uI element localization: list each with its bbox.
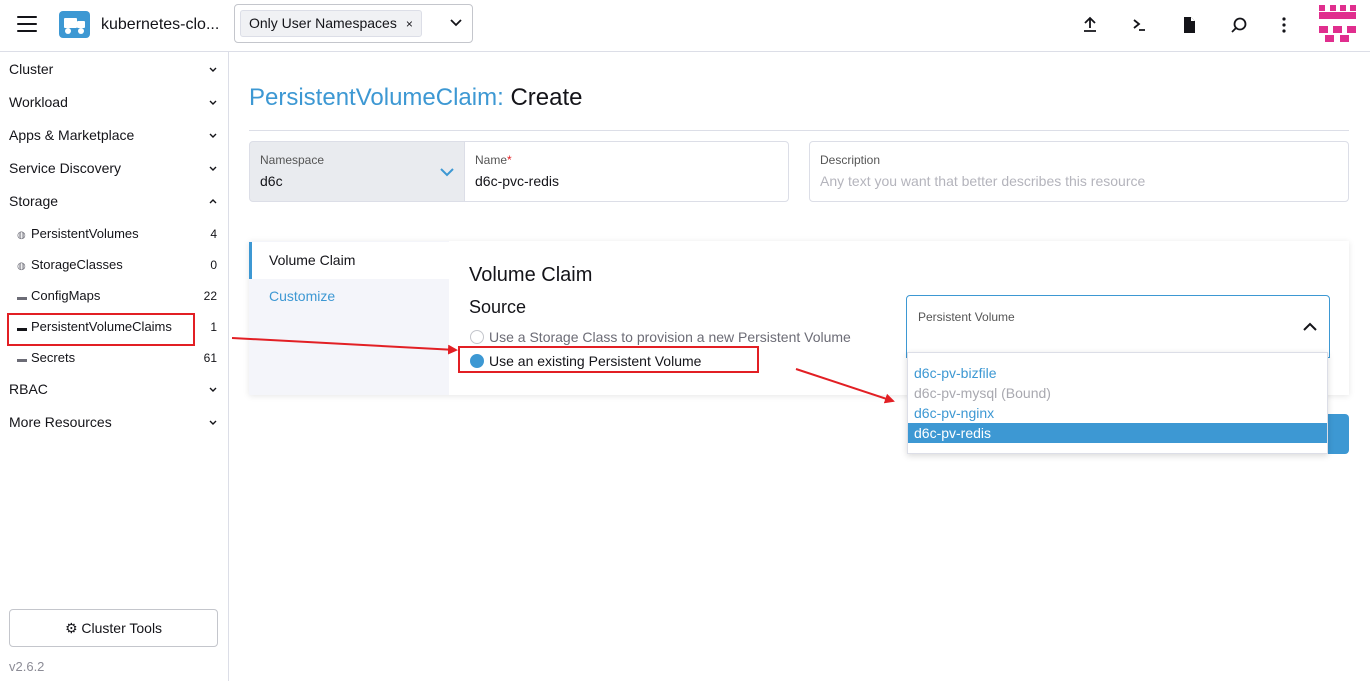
close-icon[interactable]: ×	[406, 17, 413, 31]
sidebar-item-configmaps[interactable]: ▬ ConfigMaps	[17, 288, 100, 303]
gear-icon: ⚙	[64, 620, 78, 636]
persistent-volume-label: Persistent Volume	[918, 310, 1015, 324]
divider	[249, 130, 1349, 131]
chevron-down-icon[interactable]	[208, 65, 218, 75]
name-label: Name*	[475, 153, 512, 167]
nav-group-storage[interactable]: Storage	[9, 193, 58, 209]
sidebar-item-secrets[interactable]: ▬ Secrets	[17, 350, 75, 365]
dropdown-option-selected[interactable]: d6c-pv-redis	[908, 423, 1327, 443]
chevron-down-icon[interactable]	[439, 164, 455, 180]
count-badge: 61	[203, 351, 217, 365]
brand-logo-icon[interactable]	[1319, 5, 1356, 43]
persistent-volume-dropdown: d6c-pv-bizfile d6c-pv-mysql (Bound) d6c-…	[907, 352, 1328, 454]
folder-icon: ▬	[17, 292, 27, 303]
dropdown-option[interactable]: d6c-pv-nginx	[908, 403, 1327, 423]
chevron-up-icon[interactable]	[1303, 320, 1317, 334]
radio-label: Use a Storage Class to provision a new P…	[489, 329, 851, 345]
nav-group-workload[interactable]: Workload	[9, 94, 68, 110]
sidebar: Cluster Workload Apps & Marketplace Serv…	[0, 52, 229, 681]
namespace-chip: Only User Namespaces ×	[240, 10, 422, 37]
sidebar-item-label: PersistentVolumeClaims	[31, 319, 172, 334]
nav-group-more-resources[interactable]: More Resources	[9, 414, 112, 430]
name-field[interactable]: Name* d6c-pvc-redis	[464, 141, 789, 202]
chevron-down-icon[interactable]	[208, 385, 218, 395]
top-header: kubernetes-clo... Only User Namespaces ×	[0, 0, 1370, 52]
nav-group-apps[interactable]: Apps & Marketplace	[9, 127, 134, 143]
count-badge: 1	[210, 320, 217, 334]
dropdown-option: d6c-pv-mysql (Bound)	[914, 385, 1051, 401]
chevron-down-icon[interactable]	[448, 14, 464, 30]
globe-icon: ◍	[17, 230, 26, 241]
sidebar-item-label: Secrets	[31, 350, 76, 365]
globe-icon: ◍	[17, 261, 26, 272]
namespace-chip-label: Only User Namespaces	[249, 15, 397, 31]
sidebar-item-persistentvolumes[interactable]: ◍ PersistentVolumes	[17, 226, 139, 241]
nav-group-cluster[interactable]: Cluster	[9, 61, 53, 77]
sidebar-item-persistentvolumeclaims[interactable]: ▬ PersistentVolumeClaims	[17, 319, 172, 334]
chevron-up-icon[interactable]	[208, 197, 218, 207]
count-badge: 4	[210, 227, 217, 241]
upload-icon[interactable]	[1079, 14, 1101, 36]
namespace-filter[interactable]: Only User Namespaces ×	[234, 4, 473, 43]
file-icon[interactable]	[1178, 14, 1200, 36]
terminal-icon[interactable]	[1128, 14, 1150, 36]
page-title: PersistentVolumeClaim: Create	[249, 84, 582, 112]
sidebar-item-label: PersistentVolumes	[31, 226, 139, 241]
page-title-resource[interactable]: PersistentVolumeClaim:	[249, 84, 504, 111]
chevron-down-icon[interactable]	[208, 98, 218, 108]
cluster-name[interactable]: kubernetes-clo...	[101, 16, 219, 34]
radio-new-pv[interactable]: Use a Storage Class to provision a new P…	[470, 329, 851, 345]
count-badge: 22	[203, 289, 217, 303]
chevron-down-icon[interactable]	[208, 418, 218, 428]
description-label: Description	[820, 153, 881, 167]
persistent-volume-select[interactable]: Persistent Volume	[906, 295, 1330, 358]
cluster-tools-label: Cluster Tools	[81, 620, 163, 636]
sidebar-item-storageclasses[interactable]: ◍ StorageClasses	[17, 257, 123, 272]
chevron-down-icon[interactable]	[208, 164, 218, 174]
version-label: v2.6.2	[9, 659, 45, 674]
count-badge: 0	[210, 258, 217, 272]
nav-group-service-discovery[interactable]: Service Discovery	[9, 160, 121, 176]
tab-list: Volume Claim Customize	[249, 241, 449, 395]
description-field[interactable]: Description Any text you want that bette…	[809, 141, 1349, 202]
more-vert-icon[interactable]	[1273, 14, 1295, 36]
section-title: Volume Claim	[469, 264, 593, 286]
name-value[interactable]: d6c-pvc-redis	[475, 173, 559, 189]
page-title-action: Create	[510, 84, 583, 111]
namespace-label: Namespace	[260, 153, 325, 167]
nav-group-rbac[interactable]: RBAC	[9, 381, 48, 397]
folder-icon: ▬	[17, 354, 27, 365]
cluster-icon	[59, 11, 90, 38]
menu-icon[interactable]	[17, 16, 37, 32]
search-icon[interactable]	[1228, 14, 1250, 36]
source-title: Source	[469, 297, 527, 317]
tab-volume-claim[interactable]: Volume Claim	[249, 242, 449, 279]
description-placeholder[interactable]: Any text you want that better describes …	[820, 173, 1145, 189]
sidebar-item-label: ConfigMaps	[31, 288, 101, 303]
cluster-tools-button[interactable]: ⚙ Cluster Tools	[9, 609, 218, 647]
tab-customize[interactable]: Customize	[249, 278, 449, 315]
namespace-value: d6c	[260, 173, 283, 189]
highlight-box	[458, 346, 759, 373]
radio-button[interactable]	[470, 330, 484, 344]
dropdown-option[interactable]: d6c-pv-bizfile	[908, 363, 1327, 383]
namespace-select[interactable]: Namespace d6c	[249, 141, 465, 202]
folder-icon: ▬	[17, 323, 27, 334]
sidebar-item-label: StorageClasses	[31, 257, 123, 272]
chevron-down-icon[interactable]	[208, 131, 218, 141]
